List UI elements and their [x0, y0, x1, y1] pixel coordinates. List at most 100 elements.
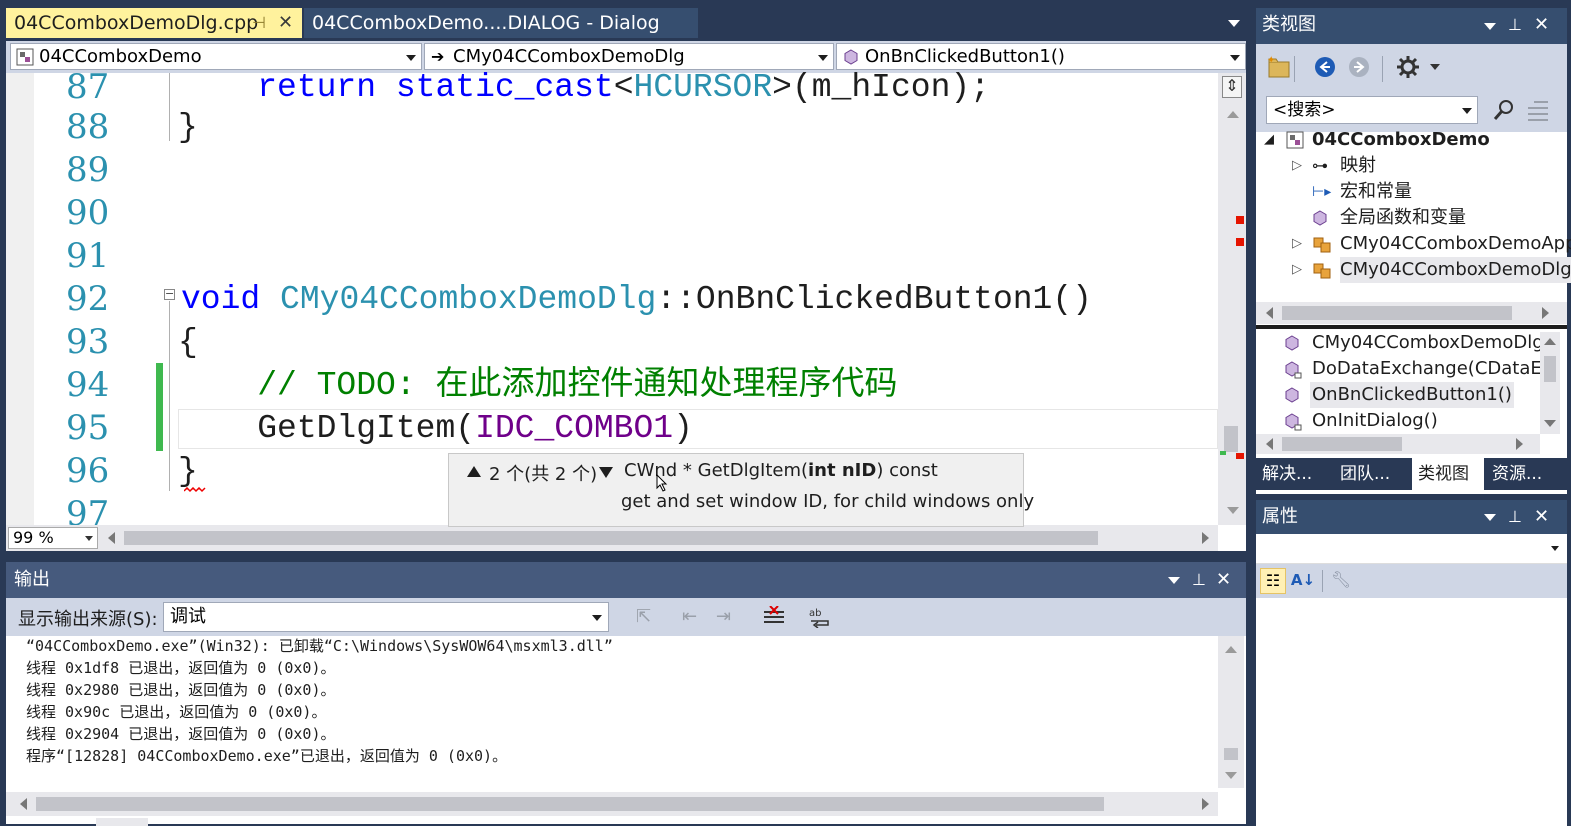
gear-icon[interactable]: [1396, 55, 1420, 79]
member-label: DoDataExchange(CDataExchange: [1312, 358, 1540, 379]
chevron-down-icon[interactable]: [1430, 64, 1440, 70]
new-folder-icon[interactable]: ✦: [1266, 54, 1292, 80]
pin-icon[interactable]: ⊥: [1508, 8, 1522, 42]
dropdown-icon[interactable]: [1168, 577, 1180, 584]
pin-icon[interactable]: ⊥: [1508, 500, 1522, 534]
close-icon[interactable]: ✕: [278, 8, 293, 38]
source-dropdown[interactable]: 调试: [163, 602, 609, 632]
scroll-left-icon[interactable]: [108, 532, 115, 544]
scroll-thumb[interactable]: [124, 531, 1098, 545]
vertical-scrollbar[interactable]: [1218, 636, 1244, 788]
tab-class-view[interactable]: 类视图: [1412, 458, 1484, 490]
macro-icon: ⊢▸: [1312, 184, 1332, 200]
member-label: CMy04CComboxDemoDlg: [1312, 332, 1540, 353]
code-line: GetDlgItem(IDC_COMBO1): [178, 407, 693, 450]
scroll-thumb[interactable]: [1282, 437, 1402, 451]
scroll-thumb[interactable]: [1544, 356, 1556, 382]
scroll-left-icon[interactable]: [1266, 438, 1273, 450]
member-label: OnInitDialog(): [1312, 410, 1438, 431]
properties-toolbar: ☷ A↓ 🔧︎: [1256, 564, 1567, 598]
scroll-right-icon[interactable]: [1542, 307, 1549, 319]
tree-item-app-class[interactable]: ▷ CMy04CComboxDemoApp: [1256, 231, 1571, 257]
dropdown-icon[interactable]: [1484, 514, 1496, 521]
scroll-left-icon[interactable]: [20, 798, 27, 810]
scroll-up-icon[interactable]: [1227, 111, 1239, 118]
horizontal-scrollbar[interactable]: [1256, 302, 1567, 324]
error-marker[interactable]: [1236, 238, 1244, 246]
categorized-icon[interactable]: ☷: [1260, 568, 1286, 594]
code-token: GetDlgItem(: [178, 410, 476, 447]
collapse-icon[interactable]: −: [164, 288, 175, 300]
scroll-thumb[interactable]: [1224, 748, 1238, 760]
next-overload-icon[interactable]: [599, 467, 613, 478]
class-view-header: 类视图 ⊥ ✕: [1256, 8, 1567, 44]
collapsed-arrow-icon[interactable]: ▷: [1292, 231, 1302, 257]
vertical-scrollbar[interactable]: ⇕: [1218, 73, 1246, 525]
scroll-right-icon[interactable]: [1516, 438, 1523, 450]
tree-item-dlg-class[interactable]: ▷ CMy04CComboxDemoDlg: [1256, 257, 1571, 283]
dropdown-icon[interactable]: [1484, 23, 1496, 30]
previous-overload-icon[interactable]: [467, 466, 481, 477]
expanded-arrow-icon[interactable]: ◢: [1264, 127, 1274, 153]
code-token: CMy04CComboxDemoDlg: [280, 281, 657, 318]
scroll-thumb[interactable]: [36, 797, 1104, 811]
scroll-right-icon[interactable]: [1202, 532, 1209, 544]
zoom-dropdown[interactable]: 99 %: [8, 527, 98, 549]
tab-resource-view[interactable]: 资源...: [1486, 458, 1562, 490]
scroll-down-icon[interactable]: [1227, 507, 1239, 514]
method-icon: [844, 49, 858, 65]
next-message-icon[interactable]: ⇥: [716, 606, 738, 628]
horizontal-scrollbar[interactable]: [6, 792, 1218, 816]
scroll-down-icon[interactable]: [1225, 772, 1237, 779]
member-item[interactable]: DoDataExchange(CDataExchange: [1256, 356, 1540, 382]
word-wrap-icon[interactable]: ab: [808, 606, 832, 628]
search-input[interactable]: <搜索>: [1266, 96, 1478, 124]
output-header: 输出 ⊥ ✕: [6, 562, 1246, 598]
scroll-left-icon[interactable]: [1266, 307, 1273, 319]
close-icon[interactable]: ✕: [1216, 562, 1231, 598]
line-number: 94: [66, 365, 110, 405]
error-marker[interactable]: [1236, 216, 1244, 224]
scroll-thumb[interactable]: [1282, 306, 1512, 320]
tab-dialog-resource[interactable]: 04CComboxDemo....DIALOG - Dialog: [304, 8, 698, 38]
tab-solution-explorer[interactable]: 解决...: [1256, 458, 1330, 490]
collapsed-arrow-icon[interactable]: ▷: [1292, 153, 1302, 179]
signature-suffix: ) const: [876, 460, 938, 481]
tree-item-project[interactable]: ◢ 04CComboxDemo: [1256, 127, 1567, 153]
scroll-down-icon[interactable]: [1544, 420, 1556, 427]
property-pages-icon[interactable]: 🔧︎: [1328, 568, 1354, 594]
scroll-thumb[interactable]: [1224, 426, 1238, 452]
forward-icon[interactable]: [1348, 56, 1370, 78]
close-icon[interactable]: ✕: [1534, 500, 1549, 534]
tree-item-macros[interactable]: ⊢▸ 宏和常量: [1256, 179, 1567, 205]
vertical-scrollbar[interactable]: [1540, 332, 1560, 434]
horizontal-scrollbar[interactable]: [1256, 434, 1540, 454]
scroll-up-icon[interactable]: [1225, 646, 1237, 653]
back-icon[interactable]: [1314, 56, 1336, 78]
search-icon[interactable]: [1492, 98, 1516, 122]
collapsed-arrow-icon[interactable]: ▷: [1292, 257, 1302, 283]
tab-team-explorer[interactable]: 团队...: [1334, 458, 1410, 490]
horizontal-scrollbar[interactable]: 99 %: [6, 525, 1218, 551]
split-icon[interactable]: ⇕: [1222, 76, 1242, 98]
member-item-selected[interactable]: OnBnClickedButton1(): [1256, 382, 1540, 408]
tree-item-globals[interactable]: 全局函数和变量: [1256, 205, 1567, 231]
object-selector[interactable]: [1256, 534, 1567, 564]
alphabetical-icon[interactable]: A↓: [1290, 568, 1316, 594]
clear-all-icon[interactable]: [762, 606, 786, 628]
find-message-icon[interactable]: ⇱: [636, 606, 658, 628]
line-number: 96: [66, 451, 110, 491]
scroll-up-icon[interactable]: [1544, 338, 1556, 345]
scroll-right-icon[interactable]: [1202, 798, 1209, 810]
previous-message-icon[interactable]: ⇤: [682, 606, 704, 628]
pin-icon[interactable]: ⊥: [1192, 562, 1206, 598]
member-item[interactable]: OnInitDialog(): [1256, 408, 1540, 434]
member-item[interactable]: CMy04CComboxDemoDlg: [1256, 330, 1540, 356]
clear-search-icon[interactable]: [1526, 98, 1550, 122]
splitter[interactable]: [1256, 325, 1567, 329]
tree-item-maps[interactable]: ▷ ⊶ 映射: [1256, 153, 1567, 179]
tab-cpp-file[interactable]: 04CComboxDemoDlg.cpp ⊣ ✕: [6, 8, 302, 38]
pin-icon[interactable]: ⊣: [252, 8, 266, 38]
tab-overflow-icon[interactable]: [1228, 20, 1240, 27]
close-icon[interactable]: ✕: [1534, 8, 1549, 42]
